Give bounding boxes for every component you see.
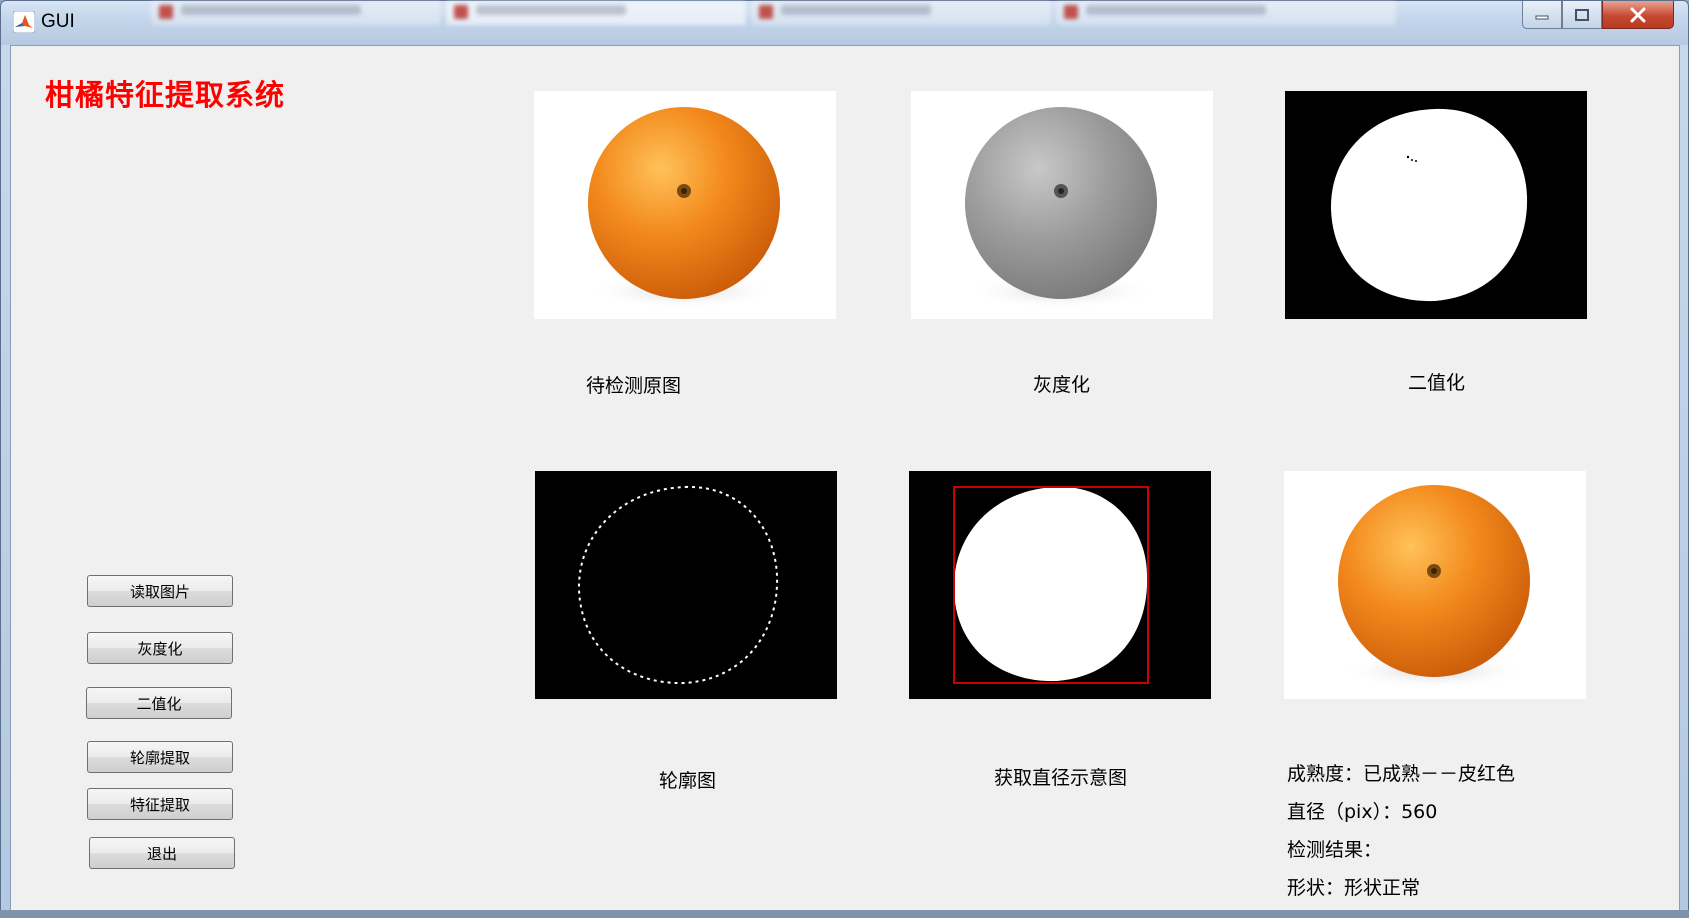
close-button[interactable] bbox=[1602, 1, 1674, 29]
orange-fruit-image bbox=[588, 107, 780, 309]
contour-extract-button[interactable]: 轮廓提取 bbox=[87, 741, 233, 773]
grayscale-button[interactable]: 灰度化 bbox=[87, 632, 233, 664]
background-tab bbox=[751, 1, 1051, 25]
app-window: GUI 柑橘特征提取系统 待检测原图 灰度化 二值化 轮廓图 获取直径示意图 成… bbox=[0, 0, 1689, 918]
figure-client-area: 柑橘特征提取系统 待检测原图 灰度化 二值化 轮廓图 获取直径示意图 成熟度：已… bbox=[10, 45, 1680, 911]
diameter-image-axes bbox=[909, 471, 1211, 699]
feature-extract-button[interactable]: 特征提取 bbox=[87, 788, 233, 820]
window-title: GUI bbox=[41, 11, 75, 32]
shape-text: 形状：形状正常 bbox=[1287, 877, 1421, 899]
binarize-button[interactable]: 二值化 bbox=[86, 687, 232, 719]
result-fruit-image bbox=[1338, 485, 1530, 689]
maximize-icon bbox=[1575, 8, 1589, 21]
minimize-button[interactable] bbox=[1522, 1, 1562, 29]
diameter-caption: 获取直径示意图 bbox=[994, 767, 1128, 789]
diameter-illustration-image bbox=[953, 486, 1149, 684]
original-image-axes bbox=[534, 91, 836, 319]
gray-fruit-image bbox=[965, 107, 1157, 309]
gray-image-axes bbox=[911, 91, 1213, 319]
gray-caption: 灰度化 bbox=[1033, 374, 1091, 396]
binary-image-axes bbox=[1285, 91, 1587, 319]
matlab-icon bbox=[13, 11, 35, 33]
maximize-button[interactable] bbox=[1562, 1, 1602, 29]
binary-fruit-image bbox=[1330, 108, 1528, 302]
close-icon bbox=[1630, 7, 1646, 22]
taskbar-strip bbox=[0, 910, 1689, 918]
original-caption: 待检测原图 bbox=[586, 375, 682, 397]
app-heading: 柑橘特征提取系统 bbox=[45, 78, 286, 112]
minimize-icon bbox=[1535, 15, 1549, 19]
detection-result-label: 检测结果： bbox=[1287, 839, 1383, 861]
background-tab bbox=[446, 1, 746, 25]
title-bar[interactable]: GUI bbox=[1, 1, 1688, 45]
contour-caption: 轮廓图 bbox=[659, 770, 717, 792]
contour-image-axes bbox=[535, 471, 837, 699]
exit-button[interactable]: 退出 bbox=[89, 837, 235, 869]
read-image-button[interactable]: 读取图片 bbox=[87, 575, 233, 607]
contour-outline-image bbox=[577, 485, 779, 685]
binary-caption: 二值化 bbox=[1408, 372, 1466, 394]
diameter-text: 直径（pix）：560 bbox=[1287, 801, 1438, 823]
ripeness-text: 成熟度：已成熟－－皮红色 bbox=[1287, 763, 1516, 785]
background-tab bbox=[1056, 1, 1396, 25]
background-tab bbox=[151, 1, 441, 25]
result-image-axes bbox=[1284, 471, 1586, 699]
